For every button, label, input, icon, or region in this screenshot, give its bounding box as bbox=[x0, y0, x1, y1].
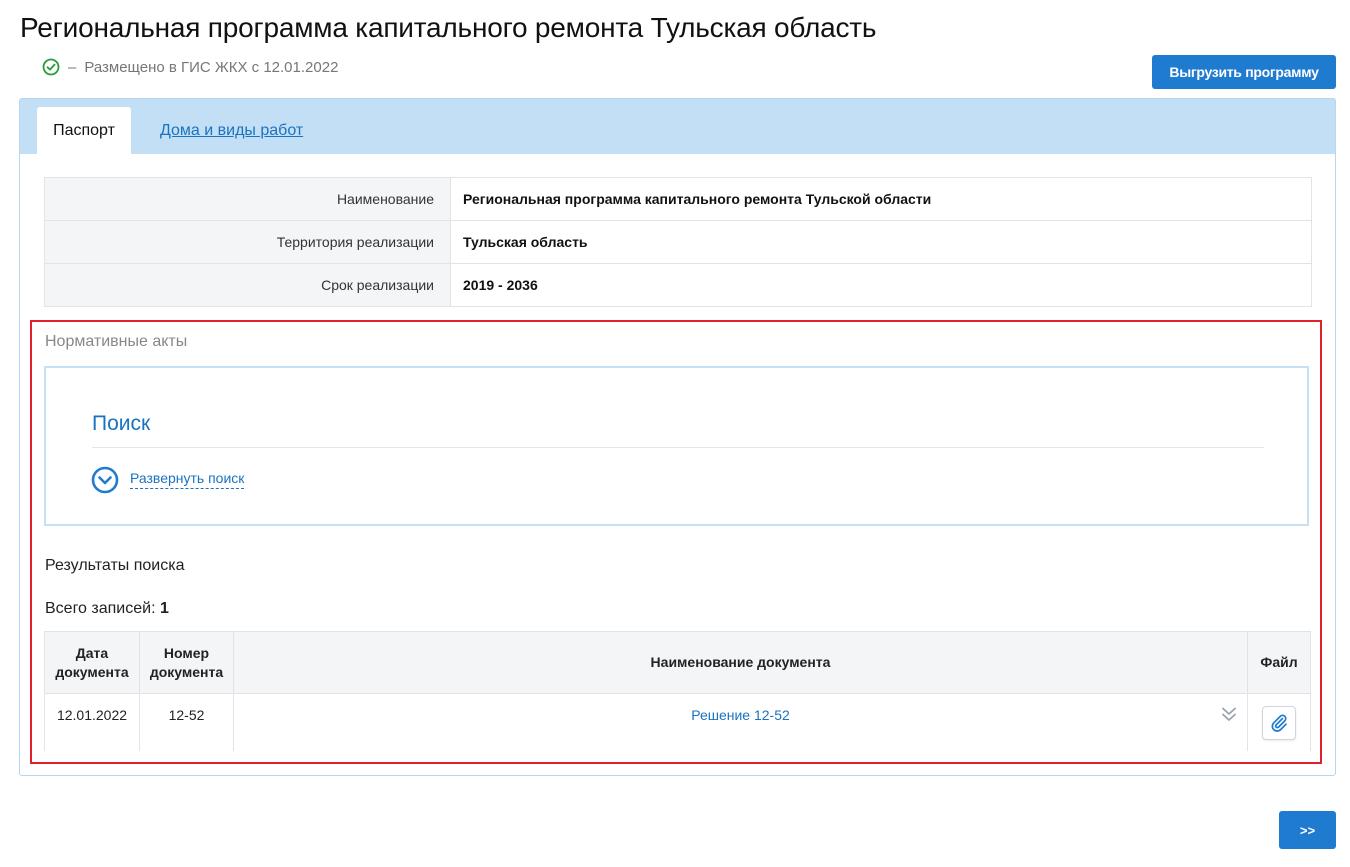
next-page-button[interactable]: >> bbox=[1279, 811, 1336, 849]
passport-value: Тульская область bbox=[463, 234, 588, 250]
passport-label: Территория реализации bbox=[45, 221, 451, 263]
documents-table: Дата документа Номер документа Наименова… bbox=[44, 631, 1311, 751]
doc-number: 12-52 bbox=[140, 694, 234, 751]
table-row: 12.01.2022 12-52 Решение 12-52 bbox=[45, 694, 1310, 751]
passport-label: Срок реализации bbox=[45, 264, 451, 306]
total-count: 1 bbox=[159, 600, 169, 617]
column-header-number: Номер документа bbox=[140, 632, 234, 693]
chevron-down-circle-icon[interactable] bbox=[91, 466, 119, 499]
tab-houses-and-works[interactable]: Дома и виды работ bbox=[160, 122, 303, 140]
doc-date: 12.01.2022 bbox=[45, 694, 140, 751]
passport-value: Региональная программа капитального ремо… bbox=[463, 191, 932, 207]
total-label: Всего записей: bbox=[45, 600, 156, 617]
tabs-bar: Паспорт Дома и виды работ bbox=[20, 99, 1335, 154]
results-heading: Результаты поиска bbox=[45, 557, 185, 574]
column-header-file: Файл bbox=[1260, 654, 1298, 670]
search-divider bbox=[92, 447, 1264, 448]
passport-label: Наименование bbox=[45, 178, 451, 220]
passport-table: Наименование Региональная программа капи… bbox=[44, 177, 1312, 307]
column-header-name: Наименование документа bbox=[234, 632, 1248, 693]
page-title: Региональная программа капитального ремо… bbox=[20, 12, 877, 43]
double-chevron-down-icon[interactable] bbox=[1221, 706, 1237, 725]
search-panel: Поиск Развернуть поиск bbox=[44, 366, 1309, 526]
expand-search-link[interactable]: Развернуть поиск bbox=[130, 470, 245, 489]
total-records: Всего записей: 1 bbox=[45, 600, 169, 618]
status-text: Размещено в ГИС ЖКХ с 12.01.2022 bbox=[84, 58, 339, 76]
export-program-button[interactable]: Выгрузить программу bbox=[1152, 55, 1336, 89]
paperclip-icon bbox=[1269, 712, 1289, 735]
publication-status: – Размещено в ГИС ЖКХ с 12.01.2022 bbox=[42, 57, 338, 77]
passport-row-territory: Территория реализации Тульская область bbox=[45, 221, 1311, 264]
passport-row-name: Наименование Региональная программа капи… bbox=[45, 178, 1311, 221]
doc-name-cell: Решение 12-52 bbox=[234, 694, 1248, 751]
column-header-date: Дата документа bbox=[45, 632, 140, 693]
normative-acts-title: Нормативные акты bbox=[45, 333, 188, 350]
table-header-row: Дата документа Номер документа Наименова… bbox=[45, 632, 1310, 694]
tab-passport[interactable]: Паспорт bbox=[37, 107, 131, 154]
search-title: Поиск bbox=[92, 412, 151, 435]
attachment-button[interactable] bbox=[1262, 706, 1296, 740]
passport-row-period: Срок реализации 2019 - 2036 bbox=[45, 264, 1311, 306]
doc-name-link[interactable]: Решение 12-52 bbox=[691, 707, 790, 723]
doc-file-cell bbox=[1248, 694, 1310, 751]
passport-value: 2019 - 2036 bbox=[463, 277, 538, 293]
check-circle-icon bbox=[42, 58, 60, 76]
status-dash: – bbox=[68, 58, 77, 76]
